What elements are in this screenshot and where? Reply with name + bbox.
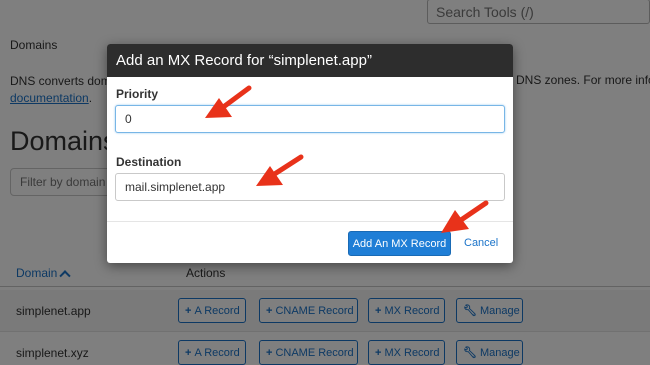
- destination-label: Destination: [116, 155, 182, 169]
- priority-input[interactable]: [115, 105, 505, 133]
- add-mx-record-submit-button[interactable]: Add An MX Record: [348, 231, 451, 256]
- dialog-footer: Add An MX Record Cancel: [107, 221, 513, 263]
- priority-label: Priority: [116, 87, 159, 101]
- add-mx-record-dialog: Add an MX Record for “simplenet.app” Pri…: [107, 44, 513, 263]
- cancel-button[interactable]: Cancel: [464, 237, 498, 249]
- dialog-title: Add an MX Record for “simplenet.app”: [107, 44, 513, 77]
- destination-input[interactable]: [115, 173, 505, 201]
